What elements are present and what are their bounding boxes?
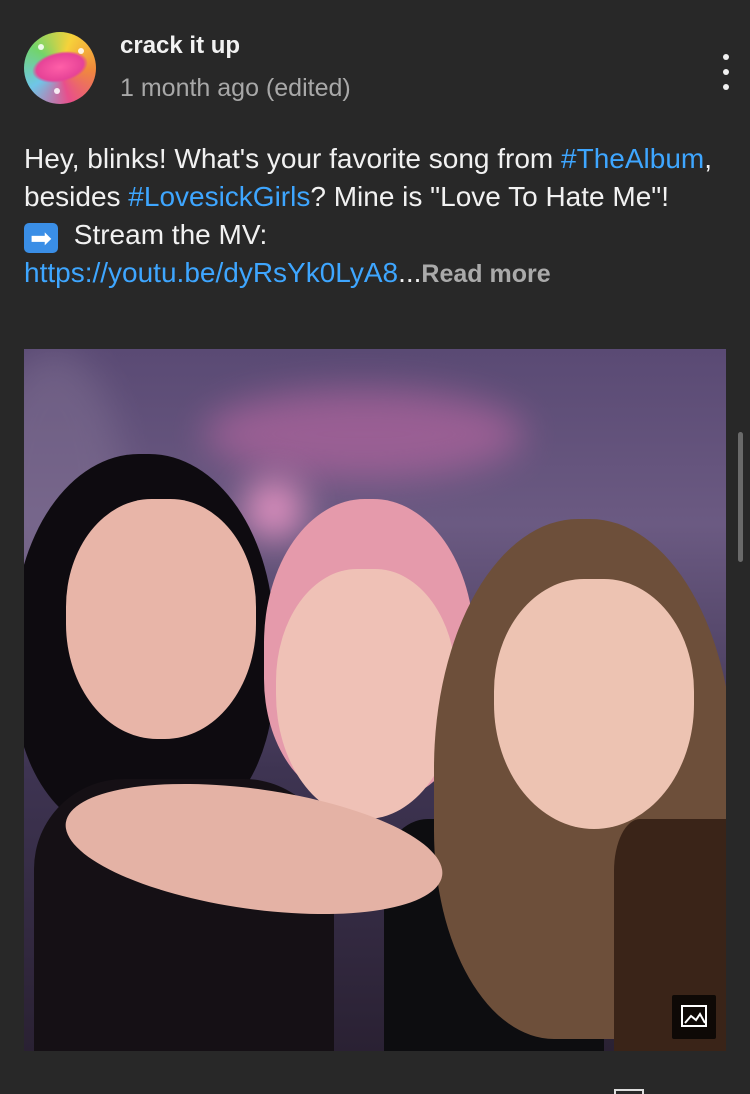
channel-avatar[interactable]: [24, 32, 96, 104]
avatar-sparkle: [54, 88, 60, 94]
person-face: [494, 579, 694, 829]
image-icon: [672, 995, 716, 1039]
channel-name[interactable]: crack it up: [120, 30, 240, 62]
person-face: [276, 569, 456, 819]
right-arrow-emoji: ➡: [24, 223, 58, 253]
community-post: crack it up 1 month ago (edited) Hey, bl…: [0, 0, 750, 1094]
post-timestamp: 1 month ago (edited): [120, 74, 351, 102]
post-image[interactable]: [24, 349, 726, 1051]
more-vert-icon[interactable]: [714, 50, 738, 94]
next-post-icon: [614, 1089, 644, 1094]
post-text-part: Stream the MV:: [66, 219, 268, 250]
post-text-part: ? Mine is "Love To Hate Me"!: [310, 181, 669, 212]
background-light: [244, 479, 304, 539]
scrollbar[interactable]: [738, 432, 743, 562]
hashtag-link[interactable]: #LovesickGirls: [128, 181, 310, 212]
avatar-sparkle: [78, 48, 84, 54]
ellipsis: ...: [398, 257, 422, 288]
post-header: crack it up 1 month ago (edited): [24, 30, 729, 110]
person-face: [66, 499, 256, 739]
avatar-sparkle: [38, 44, 44, 50]
video-link[interactable]: https://youtu.be/dyRsYk0LyA8: [24, 257, 398, 288]
post-text-part: Hey, blinks! What's your favorite song f…: [24, 143, 562, 174]
background-light: [204, 389, 524, 479]
hashtag-link[interactable]: #TheAlbum: [561, 143, 704, 174]
read-more-button[interactable]: Read more: [421, 260, 550, 288]
post-body: Hey, blinks! What's your favorite song f…: [24, 140, 724, 293]
